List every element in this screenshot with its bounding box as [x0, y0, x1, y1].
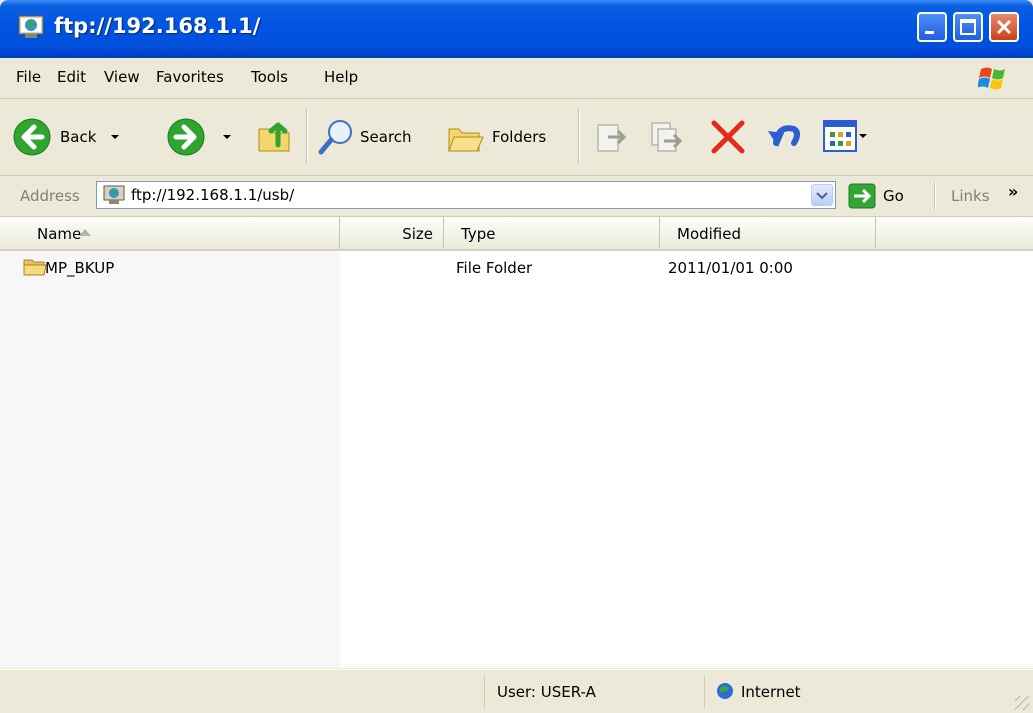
chevron-down-icon — [859, 134, 867, 138]
back-button[interactable]: Back — [12, 117, 122, 157]
column-header-name[interactable]: Name — [0, 217, 340, 249]
search-icon — [318, 120, 352, 155]
delete-x-icon — [711, 120, 745, 154]
maximize-icon — [960, 19, 976, 35]
toolbar: Back Search Folders — [0, 99, 1033, 176]
column-header: Name Size Type Modified — [0, 217, 1033, 251]
file-name: MP_BKUP — [45, 259, 115, 277]
chevron-down-icon — [111, 135, 120, 139]
views-button[interactable] — [822, 119, 868, 153]
move-to-button[interactable] — [594, 119, 630, 155]
file-list[interactable]: Name Size Type Modified MP_BKUP File Fol… — [0, 217, 1033, 668]
folders-button[interactable]: Folders — [446, 117, 546, 157]
links-separator — [934, 182, 936, 210]
toolbar-separator — [578, 109, 580, 163]
menu-edit[interactable]: Edit — [57, 68, 86, 86]
search-button[interactable]: Search — [316, 117, 412, 157]
back-arrow-icon — [13, 118, 51, 156]
back-label: Back — [60, 128, 97, 146]
ftp-globe-icon — [18, 15, 44, 38]
title-bar[interactable]: ftp://192.168.1.1/ — [0, 0, 1033, 58]
forward-arrow-icon — [167, 118, 205, 156]
status-user: User: USER-A — [497, 683, 596, 701]
close-button[interactable] — [989, 12, 1019, 42]
folder-icon — [23, 259, 47, 276]
resize-grip-icon[interactable] — [1015, 696, 1029, 710]
sort-ascending-icon — [79, 229, 91, 236]
menu-help[interactable]: Help — [324, 68, 358, 86]
maximize-button[interactable] — [953, 12, 983, 42]
undo-icon — [768, 125, 800, 147]
internet-globe-icon — [717, 683, 733, 699]
list-item[interactable]: MP_BKUP File Folder 2011/01/01 0:00 — [0, 255, 1033, 281]
sorted-column-highlight — [0, 251, 340, 668]
status-user-panel: User: USER-A — [484, 676, 704, 708]
links-chevron[interactable]: » — [1008, 182, 1018, 201]
windows-logo-icon — [978, 67, 1005, 90]
search-label: Search — [360, 128, 412, 146]
status-zone-panel: Internet — [704, 676, 1033, 708]
minimize-button[interactable] — [917, 12, 947, 42]
address-field[interactable]: ftp://192.168.1.1/usb/ — [96, 181, 836, 209]
undo-button[interactable] — [764, 117, 804, 157]
file-type: File Folder — [456, 259, 533, 277]
folders-icon — [448, 128, 484, 152]
move-to-icon — [597, 124, 627, 152]
menu-file[interactable]: File — [16, 68, 41, 86]
ftp-globe-icon — [103, 185, 125, 204]
column-type-label: Type — [461, 225, 496, 243]
menu-tools[interactable]: Tools — [251, 68, 288, 86]
column-header-modified[interactable]: Modified — [660, 217, 876, 249]
forward-button[interactable] — [166, 117, 234, 157]
up-folder-icon — [258, 122, 290, 152]
address-value: ftp://192.168.1.1/usb/ — [131, 186, 295, 204]
column-header-size[interactable]: Size — [340, 217, 444, 249]
chevron-down-icon — [223, 135, 231, 139]
column-size-label: Size — [402, 225, 433, 243]
chevron-down-icon — [816, 192, 828, 200]
copy-to-icon — [651, 122, 683, 152]
address-dropdown-button[interactable] — [811, 184, 833, 206]
address-label: Address — [20, 187, 80, 205]
views-icon — [823, 120, 857, 152]
status-zone: Internet — [741, 683, 801, 701]
up-button[interactable] — [256, 115, 294, 155]
address-bar: Address ftp://192.168.1.1/usb/ Go Links … — [0, 176, 1033, 217]
copy-to-button[interactable] — [648, 119, 684, 155]
folders-label: Folders — [492, 128, 547, 146]
column-modified-label: Modified — [677, 225, 742, 243]
go-label: Go — [883, 187, 904, 205]
status-bar: User: USER-A Internet — [0, 669, 1033, 713]
links-label[interactable]: Links — [951, 187, 990, 205]
column-header-type[interactable]: Type — [444, 217, 660, 249]
delete-button[interactable] — [708, 117, 748, 157]
menu-favorites[interactable]: Favorites — [156, 68, 224, 86]
menu-bar: File Edit View Favorites Tools Help — [0, 58, 1033, 99]
explorer-window: ftp://192.168.1.1/ File Edit View Favori… — [0, 0, 1033, 713]
minimize-icon — [925, 31, 934, 34]
file-modified: 2011/01/01 0:00 — [668, 259, 793, 277]
window-title: ftp://192.168.1.1/ — [54, 14, 261, 38]
go-arrow-icon — [848, 183, 876, 209]
toolbar-separator — [306, 109, 308, 163]
close-icon — [996, 19, 1012, 35]
menu-view[interactable]: View — [104, 68, 140, 86]
column-name-label: Name — [37, 225, 82, 243]
